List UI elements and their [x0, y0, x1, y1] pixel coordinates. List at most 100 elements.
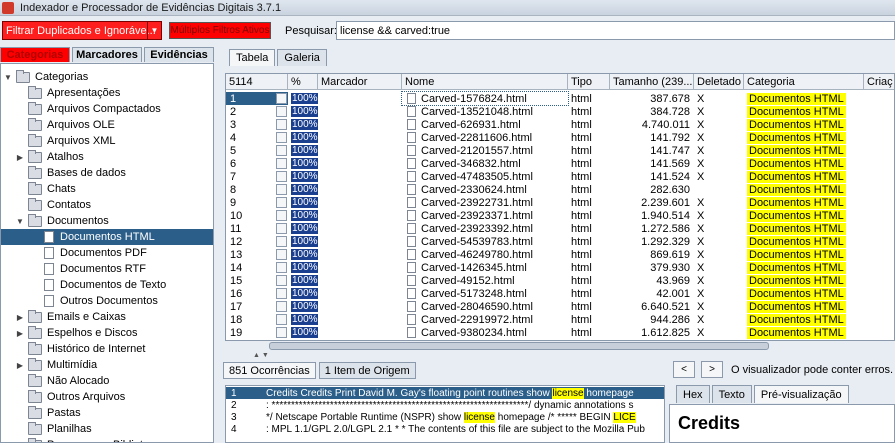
- tree-item[interactable]: Outros Arquivos: [1, 389, 125, 405]
- row-checkbox[interactable]: [276, 106, 287, 117]
- tree-item[interactable]: Pastas: [1, 405, 81, 421]
- table-row[interactable]: 14 100% Carved-1426345.html html 379.930 X Doc…: [226, 261, 894, 274]
- row-checkbox[interactable]: [276, 119, 287, 130]
- row-checkbox-cell[interactable]: [269, 118, 289, 131]
- table-row[interactable]: 12 100% Carved-54539783.html html 1.292.329 X…: [226, 235, 894, 248]
- row-checkbox[interactable]: [276, 275, 287, 286]
- tree-item[interactable]: Arquivos OLE: [1, 117, 115, 133]
- table-row[interactable]: 8 100% Carved-2330624.html html 282.630 Docum…: [226, 183, 894, 196]
- row-checkbox[interactable]: [276, 301, 287, 312]
- tab-evidencias[interactable]: Evidências: [144, 47, 214, 62]
- tree-item[interactable]: ▶ Multimídia: [1, 357, 97, 373]
- table-row[interactable]: 18 100% Carved-22919972.html html 944.286 X Do…: [226, 313, 894, 326]
- row-checkbox[interactable]: [276, 223, 287, 234]
- table-row[interactable]: 2 100% Carved-13521048.html html 384.728 X Doc…: [226, 105, 894, 118]
- row-checkbox-cell[interactable]: [269, 274, 289, 287]
- tree-item[interactable]: Apresentações: [1, 85, 120, 101]
- tree-item[interactable]: ▶ Atalhos: [1, 149, 84, 165]
- row-checkbox[interactable]: [276, 262, 287, 273]
- row-checkbox-cell[interactable]: [269, 157, 289, 170]
- previous-hit-button[interactable]: <: [673, 361, 695, 378]
- row-checkbox[interactable]: [276, 314, 287, 325]
- tree-item[interactable]: Histórico de Internet: [1, 341, 145, 357]
- column-header[interactable]: Nome: [402, 74, 568, 90]
- chevron-down-icon[interactable]: ▼: [147, 22, 161, 39]
- row-checkbox-cell[interactable]: [269, 170, 289, 183]
- tab-galeria[interactable]: Galeria: [277, 49, 327, 66]
- tab-hex[interactable]: Hex: [676, 385, 710, 403]
- tab-pre-visualizacao[interactable]: Pré-visualização: [753, 385, 849, 403]
- tree-item[interactable]: Documentos HTML: [1, 229, 213, 245]
- row-checkbox-cell[interactable]: [269, 209, 289, 222]
- tree-item[interactable]: Documentos RTF: [1, 261, 146, 277]
- row-checkbox-cell[interactable]: [269, 287, 289, 300]
- row-checkbox[interactable]: [276, 210, 287, 221]
- tree-expander-icon[interactable]: ▶: [15, 361, 25, 370]
- row-checkbox-cell[interactable]: [269, 105, 289, 118]
- table-horizontal-scrollbar[interactable]: [225, 341, 895, 351]
- tree-item[interactable]: ▼ Documentos: [1, 213, 109, 229]
- row-checkbox-cell[interactable]: [269, 222, 289, 235]
- tree-item[interactable]: Documentos PDF: [1, 245, 147, 261]
- column-header[interactable]: Tipo: [568, 74, 610, 90]
- table-row[interactable]: 17 100% Carved-28046590.html html 6.640.521 X…: [226, 300, 894, 313]
- row-checkbox-cell[interactable]: [269, 92, 289, 105]
- table-row[interactable]: 1 100% Carved-1576824.html html 387.678 X Docu…: [226, 91, 894, 106]
- row-checkbox[interactable]: [276, 93, 287, 104]
- tree-item[interactable]: Bases de dados: [1, 165, 126, 181]
- row-checkbox[interactable]: [276, 145, 287, 156]
- table-row[interactable]: 5 100% Carved-21201557.html html 141.747 X Doc…: [226, 144, 894, 157]
- tab-item-origem[interactable]: 1 Item de Origem: [318, 362, 416, 379]
- table-row[interactable]: 15 100% Carved-49152.html html 43.969 X Docume…: [226, 274, 894, 287]
- tab-tabela[interactable]: Tabela: [229, 49, 276, 66]
- table-row[interactable]: 10 100% Carved-23923371.html html 1.940.514 X…: [226, 209, 894, 222]
- tree-item[interactable]: Não Alocado: [1, 373, 109, 389]
- table-row[interactable]: 13 100% Carved-46249780.html html 869.619 X Do…: [226, 248, 894, 261]
- hit-row[interactable]: 4: MPL 1.1/GPL 2.0/LGPL 2.1 * * The cont…: [226, 423, 664, 435]
- tab-ocorrencias[interactable]: 851 Ocorrências: [223, 362, 316, 379]
- tab-categorias[interactable]: Categorias: [0, 47, 70, 62]
- tab-texto[interactable]: Texto: [711, 385, 752, 403]
- tree-item[interactable]: Arquivos Compactados: [1, 101, 161, 117]
- tree-item[interactable]: ▶ Emails e Caixas: [1, 309, 126, 325]
- row-checkbox-cell[interactable]: [269, 144, 289, 157]
- vertical-splitter[interactable]: [215, 47, 225, 443]
- multi-filters-button[interactable]: Múltiplos Filtros Ativos: [169, 22, 271, 39]
- row-checkbox-cell[interactable]: [269, 248, 289, 261]
- tree-expander-icon[interactable]: ▶: [15, 329, 25, 338]
- row-checkbox[interactable]: [276, 288, 287, 299]
- tree-item[interactable]: Planilhas: [1, 421, 92, 437]
- row-checkbox-cell[interactable]: [269, 183, 289, 196]
- row-checkbox[interactable]: [276, 184, 287, 195]
- duplicates-filter-select[interactable]: Filtrar Duplicados e Ignoráve... ▼: [2, 21, 162, 40]
- search-input[interactable]: [336, 21, 895, 40]
- row-checkbox[interactable]: [276, 171, 287, 182]
- tree-item[interactable]: Documentos de Texto: [1, 277, 166, 293]
- tree-expander-icon[interactable]: ▶: [15, 153, 25, 162]
- next-hit-button[interactable]: >: [701, 361, 723, 378]
- table-row[interactable]: 9 100% Carved-23922731.html html 2.239.601 X D…: [226, 196, 894, 209]
- tree-item[interactable]: Chats: [1, 181, 76, 197]
- table-row[interactable]: 11 100% Carved-23923392.html html 1.272.586 X…: [226, 222, 894, 235]
- tree-item[interactable]: Arquivos XML: [1, 133, 115, 149]
- tree-root-categorias[interactable]: ▼ Categorias: [3, 69, 88, 85]
- row-checkbox-cell[interactable]: [269, 261, 289, 274]
- column-header[interactable]: Categoria: [744, 74, 864, 90]
- tree-expanded-icon[interactable]: ▼: [3, 73, 13, 82]
- column-header[interactable]: Marcador: [318, 74, 402, 90]
- tab-marcadores[interactable]: Marcadores: [72, 47, 142, 62]
- column-header[interactable]: Deletado: [694, 74, 744, 90]
- row-checkbox-cell[interactable]: [269, 300, 289, 313]
- tree-item[interactable]: ▶ Espelhos e Discos: [1, 325, 138, 341]
- hit-row[interactable]: 1 Credits Credits Print David M. Gay's fl…: [226, 387, 664, 399]
- row-checkbox[interactable]: [276, 132, 287, 143]
- column-header[interactable]: 5114: [226, 74, 288, 90]
- row-checkbox[interactable]: [276, 197, 287, 208]
- column-header[interactable]: %: [288, 74, 318, 90]
- row-checkbox-cell[interactable]: [269, 313, 289, 326]
- row-checkbox[interactable]: [276, 327, 287, 338]
- row-checkbox[interactable]: [276, 236, 287, 247]
- tree-expander-icon[interactable]: ▶: [15, 313, 25, 322]
- table-row[interactable]: 7 100% Carved-47483505.html html 141.524 X Doc…: [226, 170, 894, 183]
- horizontal-splitter-arrows[interactable]: ▲ ▼: [253, 352, 269, 359]
